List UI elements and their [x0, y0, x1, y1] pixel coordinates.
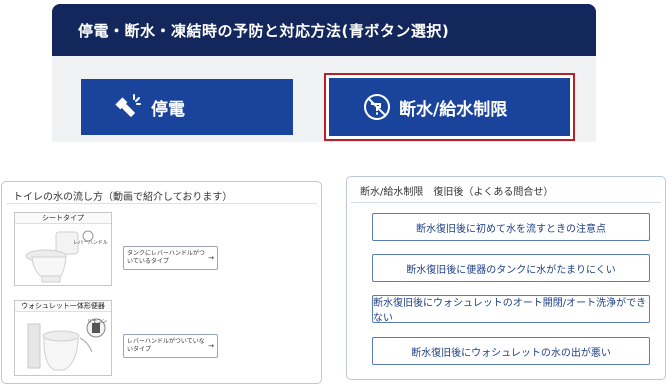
- faq-first-flush-button[interactable]: 断水復旧後に初めて水を流すときの注意点: [372, 213, 650, 241]
- panel-title: 停電・断水・凍結時の予防と対応方法(青ボタン選択): [52, 4, 596, 56]
- selected-highlight: 断水/給水制限: [324, 73, 575, 141]
- water-outage-label: 断水/給水制限: [399, 99, 508, 120]
- water-outage-button[interactable]: 断水/給水制限: [329, 78, 570, 136]
- faq-card-title: 断水/給水制限 復旧後（よくある問合せ）: [351, 177, 661, 203]
- faq-washlet-water-button[interactable]: 断水復旧後にウォシュレットの水の出が悪い: [372, 337, 650, 365]
- no-lever-toilet-link-label: レバーハンドルがついていないタイプ: [127, 338, 205, 353]
- power-outage-label: 停電: [151, 99, 185, 120]
- faq-tank-fill-button[interactable]: 断水復旧後に便器のタンクに水がたまりにくい: [372, 254, 650, 282]
- no-water-faucet-icon: [359, 93, 395, 121]
- seat-type-label: シートタイプ: [15, 213, 111, 224]
- toilet-flush-card-title: トイレの水の流し方（動画で紹介しております）: [6, 182, 317, 204]
- toilet-flush-card: トイレの水の流し方（動画で紹介しております） シートタイプ レバーハンドル タン…: [1, 181, 322, 384]
- remote-tag: リモコン: [87, 319, 108, 325]
- power-outage-button[interactable]: 停電: [81, 79, 293, 135]
- seat-type-box: シートタイプ レバーハンドル: [14, 212, 112, 286]
- washlet-type-box: ウォシュレット一体形便器 リモコン: [14, 300, 112, 376]
- outage-selector-panel: 停電・断水・凍結時の予防と対応方法(青ボタン選択) 停電 断水/給水制限: [52, 4, 596, 142]
- faq-card: 断水/給水制限 復旧後（よくある問合せ） 断水復旧後に初めて水を流すときの注意点…: [346, 176, 666, 380]
- lever-toilet-link[interactable]: タンクにレバーハンドルがついているタイプ →: [123, 246, 218, 270]
- flashlight-icon: [111, 92, 143, 122]
- arrow-right-icon: →: [208, 254, 214, 262]
- faq-auto-open-button[interactable]: 断水復旧後にウォシュレットのオート開閉/オート洗浄ができない: [372, 295, 650, 324]
- lever-handle-tag: レバーハンドル: [73, 240, 108, 246]
- arrow-right-icon: →: [208, 342, 214, 350]
- lever-toilet-link-label: タンクにレバーハンドルがついているタイプ: [127, 250, 205, 265]
- toilet-with-lever-image: [25, 230, 94, 283]
- washlet-type-label: ウォシュレット一体形便器: [15, 301, 111, 312]
- no-lever-toilet-link[interactable]: レバーハンドルがついていないタイプ →: [123, 334, 218, 358]
